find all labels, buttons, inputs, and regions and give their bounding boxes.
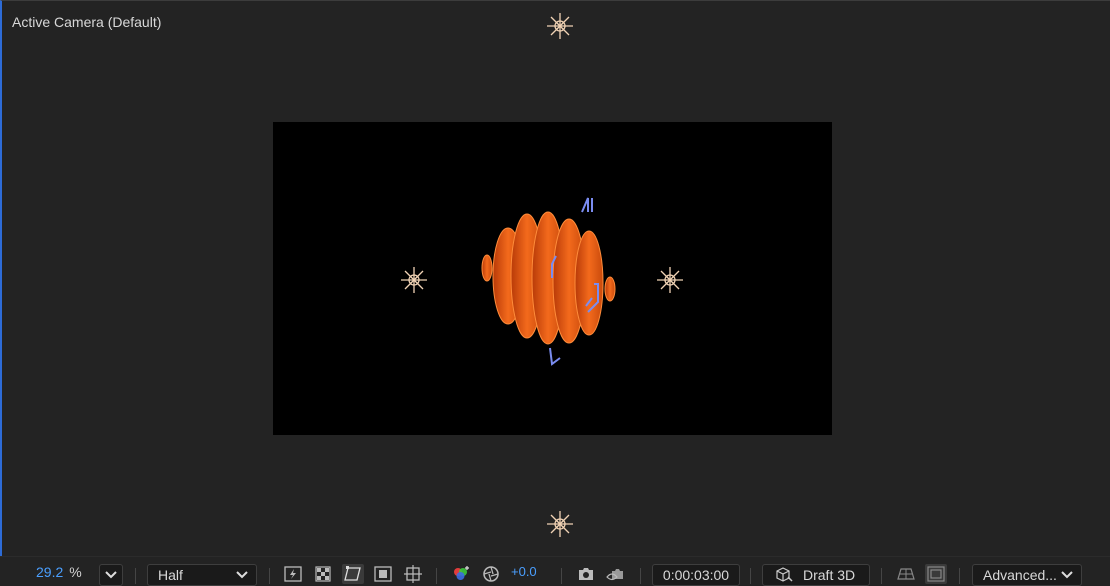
chevron-down-icon	[236, 571, 248, 579]
region-of-interest-icon[interactable]	[372, 564, 394, 584]
composition-viewer[interactable]: Active Camera (Default)	[0, 0, 1110, 556]
view-options-dropdown[interactable]: Advanced...	[972, 564, 1082, 586]
color-channels-icon[interactable]	[450, 564, 472, 584]
extended-viewer-icon[interactable]	[925, 564, 947, 584]
divider	[436, 568, 437, 584]
3d-renderer-icon	[776, 567, 793, 582]
zoom-dropdown[interactable]	[99, 564, 123, 586]
camera-snapshot-icon[interactable]	[575, 564, 597, 584]
light-icon[interactable]	[399, 265, 429, 295]
light-icon[interactable]	[545, 11, 575, 41]
viewer-toolbar: 29.2 % Half +0.0 0:00:03:00 Draft 3D Adv…	[0, 556, 1110, 586]
active-camera-label: Active Camera (Default)	[12, 14, 162, 30]
3d-layer-object[interactable]	[472, 186, 632, 376]
divider	[561, 568, 562, 584]
renderer-button[interactable]: Draft 3D	[762, 564, 870, 586]
ground-plane-icon[interactable]	[895, 564, 917, 584]
light-icon[interactable]	[545, 509, 575, 539]
view-options-label: Advanced...	[983, 567, 1057, 583]
grid-guides-icon[interactable]	[402, 564, 424, 584]
show-snapshot-icon[interactable]	[605, 564, 627, 584]
mask-path-visibility-icon[interactable]	[342, 564, 364, 584]
divider	[959, 568, 960, 584]
resolution-label: Half	[158, 567, 183, 583]
zoom-unit: %	[69, 563, 82, 580]
resolution-dropdown[interactable]: Half	[147, 564, 257, 586]
light-icon[interactable]	[655, 265, 685, 295]
divider	[881, 568, 882, 584]
zoom-value[interactable]: 29.2	[36, 564, 63, 580]
divider	[269, 568, 270, 584]
divider	[640, 568, 641, 584]
transparency-grid-icon[interactable]	[312, 564, 334, 584]
renderer-label: Draft 3D	[803, 567, 856, 583]
divider	[135, 568, 136, 584]
magnification[interactable]: 29.2 %	[36, 557, 82, 586]
divider	[750, 568, 751, 584]
chevron-down-icon	[1061, 571, 1073, 579]
timecode: 0:00:03:00	[662, 567, 730, 583]
reset-exposure-icon[interactable]	[480, 564, 502, 584]
fast-preview-icon[interactable]	[282, 564, 304, 584]
exposure-value[interactable]: +0.0	[511, 557, 537, 586]
current-time-display[interactable]: 0:00:03:00	[652, 564, 740, 586]
exposure-label[interactable]: +0.0	[511, 564, 537, 579]
chevron-down-icon	[105, 571, 117, 579]
